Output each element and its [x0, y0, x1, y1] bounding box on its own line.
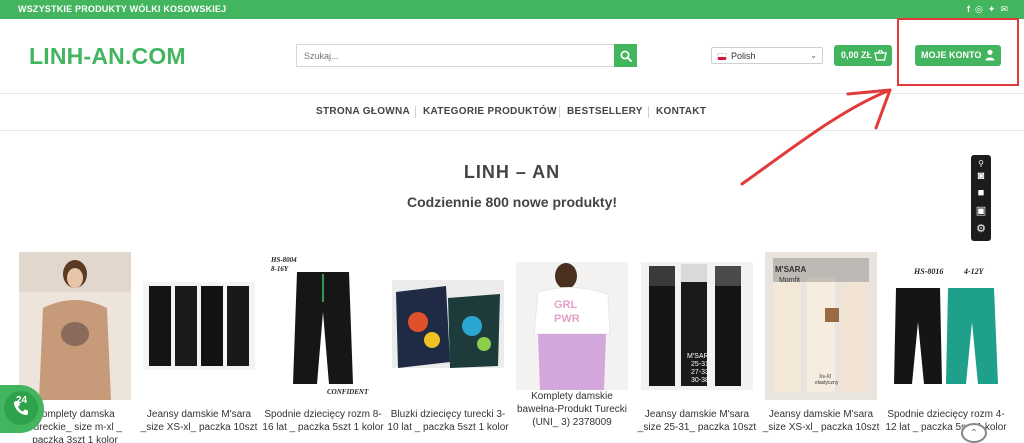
site-logo[interactable]: LINH-AN.COM: [29, 43, 186, 70]
image-label: 27-33: [691, 369, 709, 376]
nav-separator: [648, 106, 649, 118]
image-label: M'SARA: [775, 265, 806, 274]
top-bar: WSZYSTKIE PRODUKTY WÓLKI KOSOWSKIEJ f ◎ …: [0, 0, 1024, 19]
image-label: 4-12Y: [963, 267, 985, 276]
image-label: M'SARA: [687, 353, 714, 360]
gear-icon[interactable]: ⚙: [971, 222, 991, 236]
page-subtitle: Codziennie 800 nowe produkty!: [406, 194, 618, 210]
product-name[interactable]: Jeansy damskie M'sara _size XS-xl_ paczk…: [759, 408, 883, 434]
instagram-icon[interactable]: ◎: [975, 3, 983, 15]
search-box: [296, 44, 637, 67]
product-name[interactable]: Bluzki dziecięcy turecki 3-10 lat _ pacz…: [386, 408, 510, 434]
poland-flag-icon: [717, 53, 727, 60]
chevron-down-icon: ⌄: [810, 51, 817, 60]
image-label: 8-16Y: [271, 265, 289, 273]
product-name[interactable]: Spodnie dziecięcy rozm 8-16 lat _ paczka…: [261, 408, 385, 434]
camera-icon[interactable]: ◙: [971, 169, 991, 183]
product-name[interactable]: Jeansy damskie M'sara _size XS-xl_ paczk…: [137, 408, 261, 434]
product-name[interactable]: Komplety damskie bawełna-Produkt Turecki…: [510, 390, 634, 429]
window-icon[interactable]: ▣: [971, 204, 991, 218]
product-image[interactable]: HS-8016 4-12Y: [890, 252, 1002, 400]
image-label: CONFIDENT: [327, 388, 369, 396]
chevron-up-icon: ⌃: [969, 427, 979, 439]
image-label: GRL: [554, 299, 578, 311]
product-name[interactable]: Spodnie dziecięcy rozm 4-12 lat _ paczka…: [884, 408, 1008, 434]
image-label: elastyczny: [815, 380, 839, 386]
language-label: Polish: [731, 51, 756, 61]
page-title: LINH – AN: [463, 162, 561, 182]
cart-total: 0,00 ZŁ: [841, 50, 873, 60]
facebook-icon[interactable]: f: [967, 3, 970, 15]
product-image[interactable]: M'SARA 25-31 27-33 30-38: [641, 252, 753, 400]
scroll-top-button[interactable]: ⌃: [961, 423, 987, 443]
nav-item-categories[interactable]: KATEGORIE PRODUKTÓW: [423, 106, 557, 117]
nav-separator: [415, 106, 416, 118]
search-button[interactable]: [614, 44, 637, 67]
basket-icon: [874, 49, 887, 61]
search-icon: [620, 50, 632, 62]
product-image[interactable]: [143, 252, 255, 400]
image-label: Momfit: [779, 277, 800, 284]
image-label: PWR: [554, 313, 580, 325]
image-label: HS-8016: [913, 267, 943, 276]
call-badge: 24: [16, 395, 28, 406]
image-label: HS-8004: [270, 256, 297, 264]
product-name[interactable]: Jeansy damskie M'sara _size 25-31_ paczk…: [635, 408, 759, 434]
product-image[interactable]: GRL PWR: [516, 252, 628, 400]
nav-item-contact[interactable]: KONTAKT: [656, 106, 706, 117]
topbar-text: WSZYSTKIE PRODUKTY WÓLKI KOSOWSKIEJ: [18, 4, 227, 14]
nav-item-bestsellers[interactable]: BESTSELLERY: [567, 106, 643, 117]
product-image[interactable]: [392, 252, 504, 400]
product-image[interactable]: M'SARA Momfit Xs-Xl elastyczny: [765, 252, 877, 400]
language-select[interactable]: Polish ⌄: [711, 47, 823, 64]
cart-button[interactable]: 0,00 ZŁ: [834, 45, 892, 66]
image-label: 30-38: [691, 377, 709, 384]
annotation-highlight-box: [897, 18, 1019, 86]
email-icon[interactable]: ✉: [1000, 3, 1008, 15]
floating-toolbar: ⚲ ◙ ■ ▣ ⚙: [971, 155, 991, 241]
product-image[interactable]: HS-8004 8-16Y CONFIDENT: [267, 252, 379, 400]
video-icon[interactable]: ■: [971, 186, 991, 200]
image-label: 25-31: [691, 361, 709, 368]
twitter-icon[interactable]: ✦: [988, 3, 996, 15]
social-icons: f ◎ ✦ ✉: [967, 3, 1008, 15]
search-input[interactable]: [297, 45, 615, 66]
nav-item-home[interactable]: STRONA GŁOWNA: [316, 106, 410, 117]
product-image[interactable]: [19, 252, 131, 400]
nav-separator: [559, 106, 560, 118]
